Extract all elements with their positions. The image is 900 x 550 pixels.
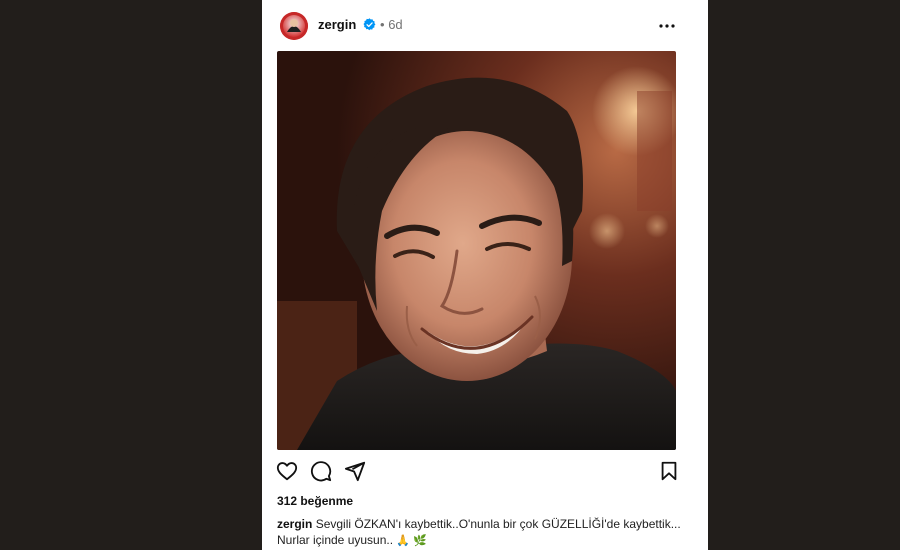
post-timestamp: • 6d — [380, 17, 403, 32]
post-username[interactable]: zergin — [318, 17, 356, 32]
caption-text-line1: Sevgili ÖZKAN'ı kaybettik..O'nunla bir ç… — [315, 517, 681, 531]
more-options-icon[interactable] — [658, 17, 676, 35]
instagram-post-card: zergin • 6d 312 beğenme zergin Sevgili Ö… — [262, 0, 708, 550]
verified-badge-icon — [363, 18, 376, 31]
post-caption: zergin Sevgili ÖZKAN'ı kaybettik..O'nunl… — [277, 516, 697, 549]
comment-icon[interactable] — [310, 460, 332, 482]
likes-count[interactable]: 312 beğenme — [277, 494, 353, 508]
caption-username[interactable]: zergin — [277, 517, 312, 531]
send-icon[interactable] — [344, 460, 366, 482]
caption-emojis: 🙏 🌿 — [396, 535, 427, 547]
caption-text-line2: Nurlar içinde uyusun.. — [277, 533, 394, 547]
post-photo[interactable] — [277, 51, 676, 450]
post-header: zergin • 6d — [262, 0, 708, 52]
heart-icon[interactable] — [276, 460, 298, 482]
bookmark-icon[interactable] — [658, 460, 680, 482]
page-background: zergin • 6d 312 beğenme zergin Sevgili Ö… — [0, 0, 900, 550]
profile-avatar[interactable] — [280, 12, 308, 40]
